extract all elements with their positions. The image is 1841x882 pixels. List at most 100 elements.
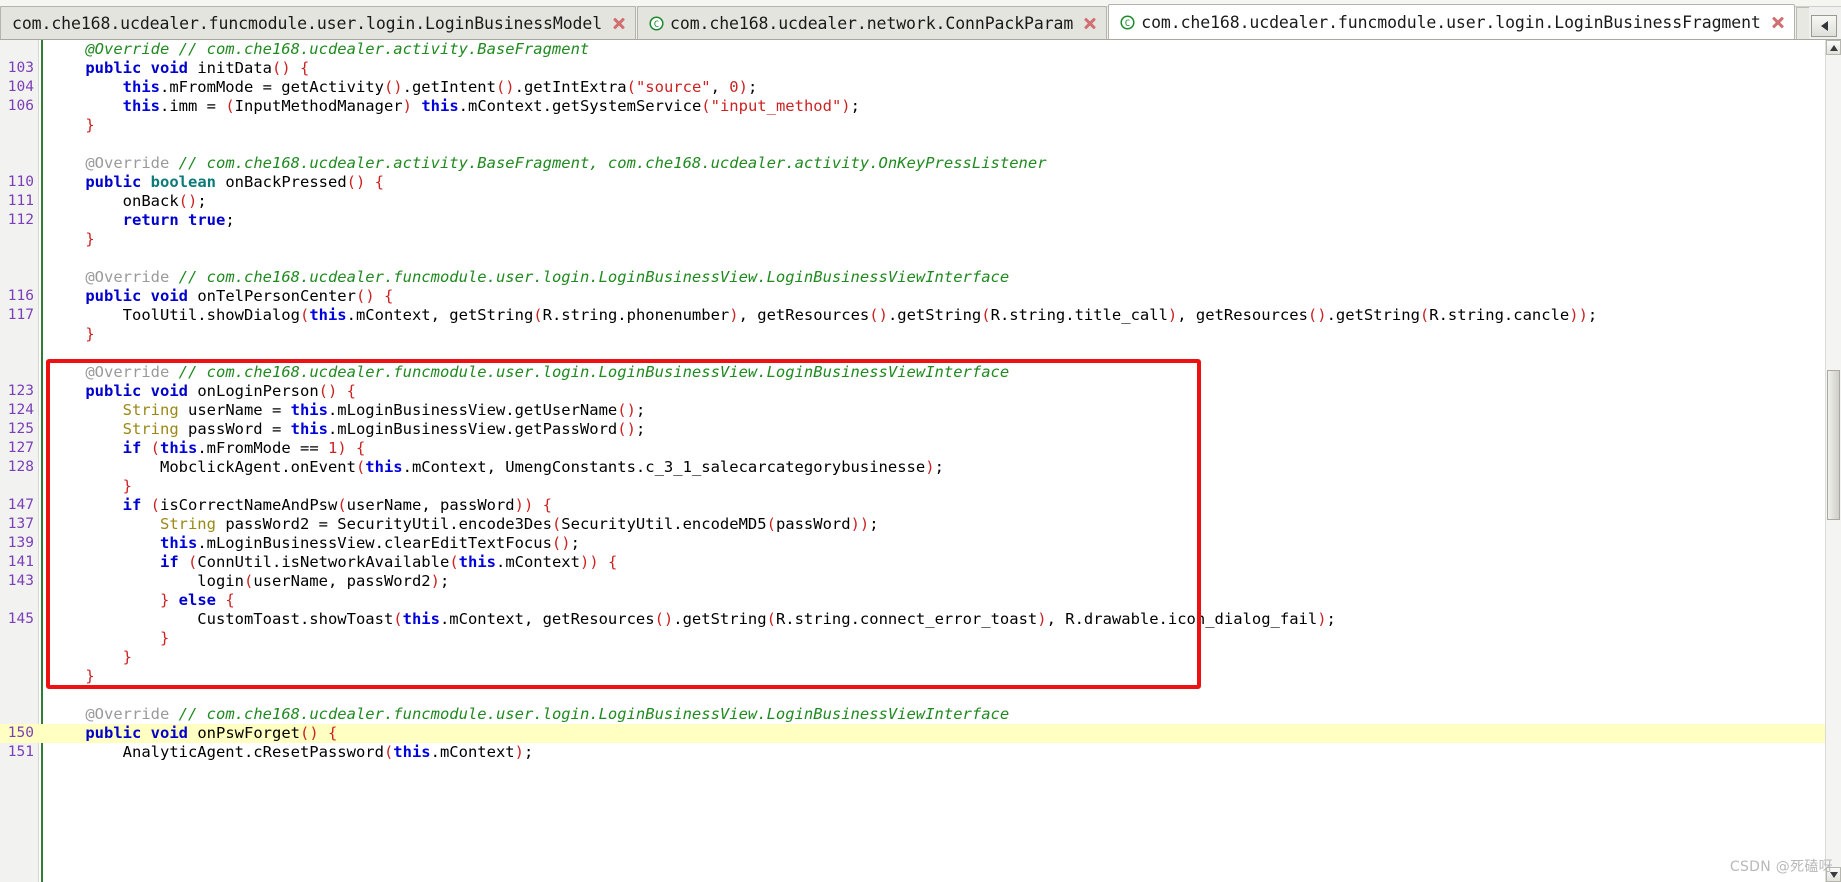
code-line-text: this.mFromMode = getActivity().getIntent…: [122, 78, 758, 96]
line-number: 147: [7, 497, 34, 513]
code-line[interactable]: [0, 686, 1841, 705]
code-line[interactable]: [0, 135, 1841, 154]
code-line-text: }: [85, 325, 95, 343]
code-line[interactable]: 125 String passWord = this.mLoginBusines…: [0, 420, 1841, 439]
tab-scroll-left-button[interactable]: [1811, 15, 1837, 37]
code-line[interactable]: [0, 249, 1841, 268]
code-line[interactable]: @Override // com.che168.ucdealer.funcmod…: [0, 363, 1841, 382]
code-line[interactable]: } else {: [0, 591, 1841, 610]
code-line[interactable]: 139 this.mLoginBusinessView.clearEditTex…: [0, 534, 1841, 553]
line-number: 139: [7, 535, 34, 551]
line-number: 127: [7, 440, 34, 456]
line-number: 151: [7, 744, 34, 760]
code-line-text: @Override // com.che168.ucdealer.funcmod…: [85, 363, 1010, 381]
code-line-text: public boolean onBackPressed() {: [85, 173, 385, 191]
code-line[interactable]: @Override // com.che168.ucdealer.activit…: [0, 154, 1841, 173]
code-line[interactable]: }: [0, 116, 1841, 135]
line-number: 106: [7, 98, 34, 114]
line-number: 150: [7, 725, 34, 741]
close-icon[interactable]: [1083, 16, 1097, 30]
code-line[interactable]: 116 public void onTelPersonCenter() {: [0, 287, 1841, 306]
code-line[interactable]: 103 public void initData() {: [0, 59, 1841, 78]
scrollbar-thumb[interactable]: [1827, 370, 1840, 520]
code-line-text: @Override // com.che168.ucdealer.funcmod…: [85, 705, 1010, 723]
code-line[interactable]: @Override // com.che168.ucdealer.funcmod…: [0, 268, 1841, 287]
code-line-text: if (this.mFromMode == 1) {: [122, 439, 366, 457]
close-icon[interactable]: [612, 16, 626, 30]
code-line[interactable]: 123 public void onLoginPerson() {: [0, 382, 1841, 401]
tab-overflow-stub: [1796, 7, 1809, 39]
code-line[interactable]: }: [0, 667, 1841, 686]
code-line-text: return true;: [122, 211, 235, 229]
editor-tab-bar: com.che168.ucdealer.funcmodule.user.logi…: [0, 0, 1841, 40]
line-number: 110: [7, 174, 34, 190]
line-number: 141: [7, 554, 34, 570]
line-number: 117: [7, 307, 34, 323]
editor-tab-0[interactable]: com.che168.ucdealer.funcmodule.user.logi…: [0, 6, 637, 39]
svg-text:C: C: [654, 20, 659, 30]
close-icon[interactable]: [1771, 15, 1785, 29]
line-number: 116: [7, 288, 34, 304]
editor-tab-label: com.che168.ucdealer.funcmodule.user.logi…: [12, 13, 603, 33]
code-line-text: login(userName, passWord2);: [48, 572, 450, 590]
class-icon: C: [649, 15, 664, 31]
left-arrow-icon: [1820, 21, 1828, 31]
code-line-text: @Override // com.che168.ucdealer.activit…: [85, 154, 1047, 172]
code-content[interactable]: @Override // com.che168.ucdealer.activit…: [0, 40, 1841, 882]
code-editor[interactable]: @Override // com.che168.ucdealer.activit…: [0, 40, 1841, 882]
line-number: 125: [7, 421, 34, 437]
code-line[interactable]: 110 public boolean onBackPressed() {: [0, 173, 1841, 192]
code-line[interactable]: 106 this.imm = (InputMethodManager) this…: [0, 97, 1841, 116]
line-number: 111: [7, 193, 34, 209]
code-line[interactable]: 137 String passWord2 = SecurityUtil.enco…: [0, 515, 1841, 534]
code-line[interactable]: 127 if (this.mFromMode == 1) {: [0, 439, 1841, 458]
editor-tab-1[interactable]: Ccom.che168.ucdealer.network.ConnPackPar…: [637, 6, 1108, 39]
line-number: 143: [7, 573, 34, 589]
code-line[interactable]: @Override // com.che168.ucdealer.funcmod…: [0, 705, 1841, 724]
code-line[interactable]: 141 if (ConnUtil.isNetworkAvailable(this…: [0, 553, 1841, 572]
code-line[interactable]: 128 MobclickAgent.onEvent(this.mContext,…: [0, 458, 1841, 477]
code-line-text: AnalyticAgent.cResetPassword(this.mConte…: [48, 743, 534, 761]
code-line[interactable]: }: [0, 648, 1841, 667]
code-line[interactable]: 111 onBack();: [0, 192, 1841, 211]
scroll-up-button[interactable]: [1826, 40, 1841, 55]
code-line[interactable]: 151 AnalyticAgent.cResetPassword(this.mC…: [0, 743, 1841, 762]
code-line-text: }: [122, 477, 132, 495]
code-line[interactable]: }: [0, 477, 1841, 496]
code-line[interactable]: }: [0, 629, 1841, 648]
code-line-text: public void onLoginPerson() {: [85, 382, 357, 400]
code-line[interactable]: 104 this.mFromMode = getActivity().getIn…: [0, 78, 1841, 97]
editor-tab-2[interactable]: Ccom.che168.ucdealer.funcmodule.user.log…: [1108, 4, 1795, 39]
line-number: 103: [7, 60, 34, 76]
code-line[interactable]: 145 CustomToast.showToast(this.mContext,…: [0, 610, 1841, 629]
line-number: 145: [7, 611, 34, 627]
code-line-text: String passWord2 = SecurityUtil.encode3D…: [159, 515, 879, 533]
code-line-text: }: [85, 230, 95, 248]
code-line-text: } else {: [159, 591, 235, 609]
code-line-text: }: [85, 116, 95, 134]
code-line[interactable]: 124 String userName = this.mLoginBusines…: [0, 401, 1841, 420]
watermark: CSDN @死磕呀: [1729, 859, 1833, 875]
code-line[interactable]: 147 if (isCorrectNameAndPsw(userName, pa…: [0, 496, 1841, 515]
code-line[interactable]: 143 login(userName, passWord2);: [0, 572, 1841, 591]
code-line-text: if (ConnUtil.isNetworkAvailable(this.mCo…: [159, 553, 618, 571]
code-line-highlighted[interactable]: 150 public void onPswForget() {: [0, 724, 1841, 743]
code-line[interactable]: @Override // com.che168.ucdealer.activit…: [0, 40, 1841, 59]
code-line-text: }: [85, 667, 95, 685]
code-line[interactable]: 117 ToolUtil.showDialog(this.mContext, g…: [0, 306, 1841, 325]
code-line-text: this.mLoginBusinessView.clearEditTextFoc…: [159, 534, 580, 552]
triangle-up-icon: [1829, 44, 1838, 51]
class-icon: C: [1120, 14, 1135, 30]
code-line[interactable]: }: [0, 230, 1841, 249]
code-line[interactable]: [0, 344, 1841, 363]
line-number: 123: [7, 383, 34, 399]
code-line-text: String passWord = this.mLoginBusinessVie…: [122, 420, 646, 438]
vertical-scrollbar[interactable]: [1825, 40, 1841, 882]
code-line-text: this.imm = (InputMethodManager) this.mCo…: [122, 97, 860, 115]
line-number: 137: [7, 516, 34, 532]
line-number: 112: [7, 212, 34, 228]
line-number: 104: [7, 79, 34, 95]
code-line-text: public void onTelPersonCenter() {: [85, 287, 394, 305]
code-line[interactable]: 112 return true;: [0, 211, 1841, 230]
code-line[interactable]: }: [0, 325, 1841, 344]
